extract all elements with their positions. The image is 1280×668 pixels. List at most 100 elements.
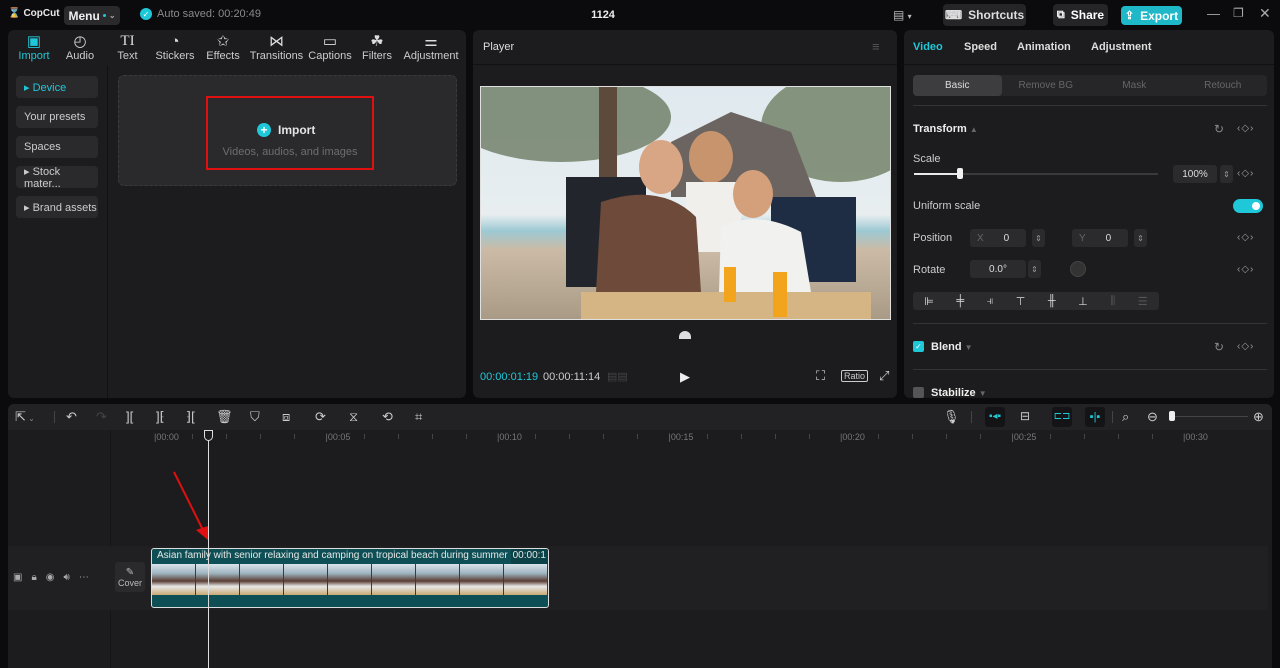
- cover-button[interactable]: ✎ Cover: [115, 562, 145, 592]
- lock-icon[interactable]: 🔒︎: [31, 572, 36, 583]
- subtab-retouch[interactable]: Retouch: [1179, 75, 1268, 96]
- tab-stickers[interactable]: ◔ Stickers: [151, 30, 199, 66]
- stabilize-section-header[interactable]: Stabilize ▼: [931, 387, 987, 398]
- timeline-fit-icon[interactable]: ⌕: [1122, 409, 1129, 425]
- layout-icon[interactable]: ▤ ▾: [893, 8, 912, 22]
- sidebar-item-device[interactable]: ▸ Device: [16, 76, 98, 98]
- minimize-button[interactable]: —: [1207, 6, 1220, 21]
- rotate-stepper[interactable]: ⇕: [1028, 260, 1041, 278]
- timeline-zoom-handle[interactable]: [1169, 411, 1175, 421]
- waveform-icon[interactable]: ▤▤: [607, 370, 628, 383]
- align-bottom-icon[interactable]: ⊥: [1078, 295, 1088, 308]
- main-track-magnet-button[interactable]: ▪◂▪: [985, 407, 1005, 427]
- play-button[interactable]: ▶: [680, 369, 690, 385]
- crop-icon[interactable]: ⌗: [415, 409, 422, 425]
- menu-button[interactable]: Menu ⌄: [64, 6, 120, 25]
- maximize-button[interactable]: ❐: [1233, 6, 1244, 20]
- blend-keyframe-icon[interactable]: ‹◇›: [1237, 341, 1254, 352]
- delete-icon[interactable]: 🗑: [216, 409, 233, 425]
- align-right-icon[interactable]: ⫣: [987, 295, 994, 308]
- undo-icon[interactable]: ↶: [66, 409, 77, 425]
- sidebar-item-your-presets[interactable]: Your presets: [16, 106, 98, 128]
- rotate-input[interactable]: 0.0°: [970, 260, 1026, 278]
- stabilize-checkbox[interactable]: [913, 387, 924, 398]
- keyframe-icon[interactable]: ‹◇›: [1237, 123, 1254, 134]
- rotate-icon[interactable]: ⟲: [382, 409, 393, 425]
- tab-import[interactable]: ▣ Import: [12, 30, 56, 66]
- position-x-stepper[interactable]: ⇕: [1032, 229, 1045, 247]
- redo-icon[interactable]: ↷: [96, 409, 107, 425]
- tab-adjustment-props[interactable]: Adjustment: [1091, 41, 1152, 53]
- tab-captions[interactable]: ▭ Captions: [306, 30, 354, 66]
- blend-reset-icon[interactable]: ↻: [1214, 340, 1224, 354]
- eye-icon[interactable]: ◉: [46, 572, 55, 583]
- zoom-in-icon[interactable]: ⊕: [1253, 409, 1264, 425]
- player-menu-icon[interactable]: ≡: [872, 39, 880, 54]
- export-button[interactable]: ⇪ Export: [1121, 6, 1182, 25]
- distribute-h-icon[interactable]: ⫼: [1110, 295, 1115, 308]
- timeline-zoom-track[interactable]: [1170, 416, 1248, 417]
- scale-keyframe-icon[interactable]: ‹◇›: [1237, 168, 1254, 179]
- transform-section-header[interactable]: Transform ▲: [913, 123, 978, 135]
- more-icon[interactable]: ⋯: [79, 572, 89, 583]
- uniform-scale-toggle[interactable]: [1233, 199, 1263, 213]
- subtab-remove-bg[interactable]: Remove BG: [1002, 75, 1091, 96]
- align-top-icon[interactable]: ⊤: [1016, 295, 1026, 308]
- tab-video[interactable]: Video: [913, 41, 943, 53]
- tab-transitions[interactable]: ⋈ Transitions: [247, 30, 306, 66]
- subtab-mask[interactable]: Mask: [1090, 75, 1179, 96]
- align-center-v-icon[interactable]: ╫: [1048, 295, 1056, 307]
- position-x-input[interactable]: X0: [970, 229, 1026, 247]
- share-button[interactable]: ⧉ Share: [1053, 4, 1108, 26]
- scale-stepper[interactable]: ⇕: [1220, 165, 1233, 183]
- position-y-input[interactable]: Y0: [1072, 229, 1128, 247]
- auto-snap-button[interactable]: ⊟: [1020, 409, 1030, 423]
- sidebar-item-spaces[interactable]: Spaces: [16, 136, 98, 158]
- align-center-h-icon[interactable]: ╪: [956, 295, 964, 307]
- tab-speed[interactable]: Speed: [964, 41, 997, 53]
- audio-icon[interactable]: 🔊︎: [64, 572, 70, 583]
- zoom-fit-icon[interactable]: ⛶: [816, 368, 825, 384]
- rotate-handle-icon[interactable]: [679, 331, 691, 339]
- marker-icon[interactable]: ⛉: [250, 409, 260, 425]
- position-y-stepper[interactable]: ⇕: [1134, 229, 1147, 247]
- playhead-handle[interactable]: [204, 430, 213, 441]
- distribute-v-icon[interactable]: ☰: [1138, 295, 1148, 308]
- ratio-button[interactable]: Ratio: [841, 370, 869, 382]
- blend-section-header[interactable]: Blend ▼: [931, 341, 973, 353]
- split-left-icon[interactable]: ]⁅: [156, 409, 165, 425]
- import-button[interactable]: + Import: [257, 123, 315, 137]
- tab-animation[interactable]: Animation: [1017, 41, 1071, 53]
- tab-text[interactable]: TI Text: [104, 30, 151, 66]
- reset-icon[interactable]: ↻: [1214, 122, 1224, 136]
- position-keyframe-icon[interactable]: ‹◇›: [1237, 232, 1254, 243]
- preview-axis-button[interactable]: ▪|▪: [1085, 407, 1105, 427]
- tab-adjustment[interactable]: ⚌ Adjustment: [400, 30, 462, 66]
- tab-filters[interactable]: ☘ Filters: [354, 30, 400, 66]
- sidebar-item-brand-assets[interactable]: ▸ Brand assets: [16, 196, 98, 218]
- close-button[interactable]: ✕: [1259, 5, 1271, 22]
- split-icon[interactable]: ][: [126, 409, 133, 424]
- video-clip[interactable]: Asian family with senior relaxing and ca…: [151, 548, 549, 608]
- mirror-icon[interactable]: ⧖: [349, 409, 358, 425]
- tab-audio[interactable]: ◴ Audio: [56, 30, 104, 66]
- align-left-icon[interactable]: ⊫: [924, 295, 934, 308]
- link-clips-button[interactable]: ⊏⊐: [1052, 407, 1072, 427]
- reverse-icon[interactable]: ⟳: [315, 409, 326, 425]
- blend-checkbox[interactable]: ✓: [913, 341, 924, 352]
- rotate-dial[interactable]: [1070, 261, 1086, 277]
- rotate-keyframe-icon[interactable]: ‹◇›: [1237, 264, 1254, 275]
- freeze-icon[interactable]: ⧈: [282, 409, 290, 425]
- track-cover-toggle-icon[interactable]: ▣: [13, 572, 22, 583]
- microphone-icon[interactable]: 🎙: [943, 409, 960, 425]
- tab-effects[interactable]: ✩ Effects: [199, 30, 247, 66]
- zoom-out-icon[interactable]: ⊖: [1147, 409, 1158, 425]
- split-right-icon[interactable]: ⁆[: [186, 409, 195, 425]
- shortcuts-button[interactable]: ⌨ Shortcuts: [943, 4, 1026, 26]
- scale-slider-handle[interactable]: [957, 168, 964, 179]
- select-tool-icon[interactable]: ⇱ ⌄: [15, 409, 35, 425]
- sidebar-item-stock-material[interactable]: ▸ Stock mater...: [16, 166, 98, 190]
- scale-input[interactable]: 100%: [1173, 165, 1217, 183]
- fullscreen-icon[interactable]: ⤢: [879, 368, 889, 384]
- subtab-basic[interactable]: Basic: [913, 75, 1002, 96]
